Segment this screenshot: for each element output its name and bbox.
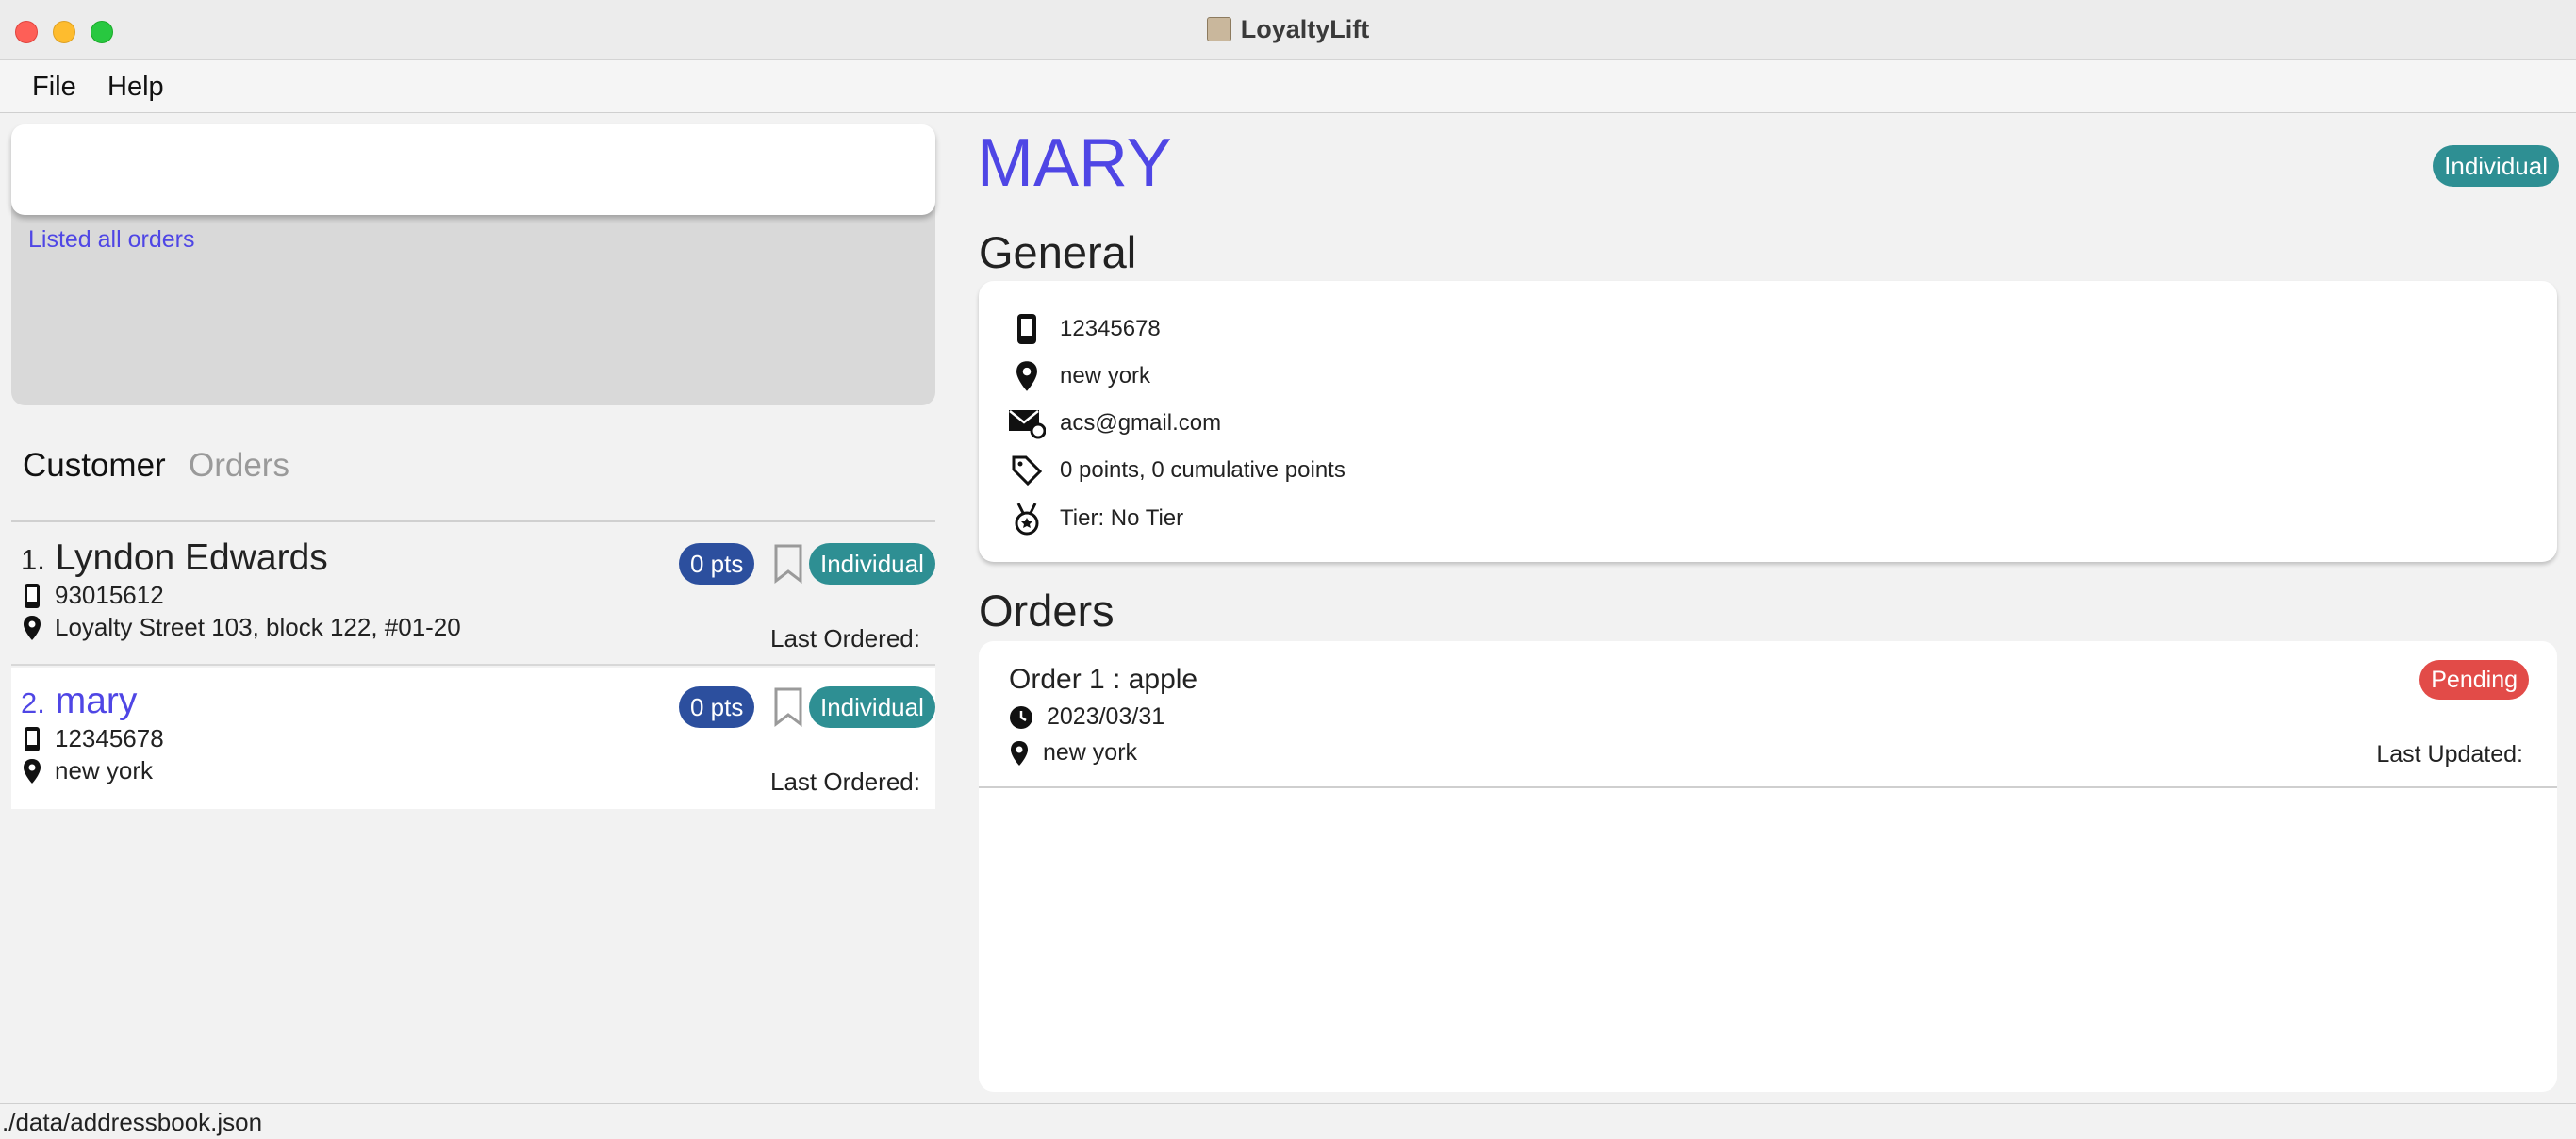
menu-help[interactable]: Help: [107, 72, 164, 103]
customer-index: 1.: [21, 543, 45, 576]
window-title-text: LoyaltyLift: [1240, 15, 1370, 43]
result-display: Listed all orders: [11, 198, 935, 405]
customer-phone: 12345678: [23, 724, 164, 753]
menu-bar: File Help: [0, 60, 2576, 113]
tab-divider: [11, 520, 935, 522]
location-icon: [1011, 740, 1028, 766]
detail-address-text: new york: [1060, 363, 1151, 388]
detail-email-text: acs@gmail.com: [1060, 410, 1222, 436]
order-card[interactable]: Order 1 : apple Pending 2023/03/31 new y…: [979, 641, 2557, 788]
last-ordered-label: Last Ordered:: [770, 768, 920, 796]
detail-phone: 12345678: [1007, 313, 1161, 345]
detail-name: MARY: [977, 125, 1172, 201]
clock-icon: [1010, 705, 1032, 729]
customer-phone: 93015612: [23, 581, 164, 610]
customer-type-badge: Individual: [809, 686, 935, 728]
medal-icon: [1015, 503, 1039, 536]
detail-address: new york: [1007, 360, 1150, 392]
general-heading: General: [979, 227, 1137, 277]
order-date-text: 2023/03/31: [1047, 703, 1165, 730]
customer-name-text: Lyndon Edwards: [55, 537, 328, 578]
customer-phone-text: 12345678: [55, 724, 164, 752]
detail-tier-text: Tier: No Tier: [1060, 505, 1184, 531]
customer-card[interactable]: 2. mary 0 pts Individual 12345678 new yo…: [11, 668, 935, 809]
detail-email: acs@gmail.com: [1007, 407, 1221, 439]
location-icon: [24, 758, 41, 784]
customer-address-text: Loyalty Street 103, block 122, #01-20: [55, 613, 461, 641]
order-address-text: new york: [1043, 739, 1138, 766]
title-bar: LoyaltyLift: [0, 0, 2576, 60]
customer-address: Loyalty Street 103, block 122, #01-20: [23, 613, 461, 642]
result-text: Listed all orders: [28, 226, 195, 253]
order-date: 2023/03/31: [1009, 703, 1164, 731]
tab-customer[interactable]: Customer: [23, 447, 166, 485]
points-badge: 0 pts: [679, 686, 755, 728]
detail-points-text: 0 points, 0 cumulative points: [1060, 457, 1346, 483]
phone-icon: [1017, 314, 1036, 344]
menu-file[interactable]: File: [32, 72, 76, 103]
customer-address: new york: [23, 756, 153, 785]
customer-index: 2.: [21, 686, 45, 719]
customer-name: 1. Lyndon Edwards: [21, 537, 328, 579]
command-input[interactable]: [11, 124, 935, 215]
data-file-path: ./data/addressbook.json: [2, 1108, 263, 1136]
last-updated-label: Last Updated:: [2376, 741, 2523, 768]
bookmark-icon[interactable]: [773, 543, 803, 589]
general-card: 12345678 new york acs@gmail.com 0 points…: [979, 281, 2557, 562]
tab-orders[interactable]: Orders: [189, 447, 289, 485]
detail-type-badge: Individual: [2433, 145, 2559, 187]
customer-address-text: new york: [55, 756, 154, 784]
location-icon: [1016, 361, 1037, 391]
app-icon: [1206, 17, 1231, 41]
detail-phone-text: 12345678: [1060, 316, 1161, 341]
order-title: Order 1 : apple: [1009, 664, 1198, 695]
window-title: LoyaltyLift: [0, 15, 2576, 44]
customer-phone-text: 93015612: [55, 581, 164, 609]
tag-icon: [1012, 455, 1043, 487]
order-address: new york: [1009, 739, 1137, 767]
customer-type-badge: Individual: [809, 543, 935, 585]
orders-list: Order 1 : apple Pending 2023/03/31 new y…: [979, 641, 2557, 1092]
location-icon: [24, 615, 41, 640]
phone-icon: [25, 583, 40, 608]
phone-icon: [25, 726, 40, 751]
detail-points: 0 points, 0 cumulative points: [1007, 454, 1346, 487]
orders-heading: Orders: [979, 586, 1115, 636]
points-badge: 0 pts: [679, 543, 755, 585]
last-ordered-label: Last Ordered:: [770, 624, 920, 652]
order-status-badge: Pending: [2419, 660, 2529, 700]
status-bar: ./data/addressbook.json: [0, 1103, 2576, 1139]
email-icon: [1009, 410, 1046, 439]
detail-tier: Tier: No Tier: [1007, 502, 1183, 536]
customer-name-text: mary: [55, 681, 138, 721]
customer-card[interactable]: 1. Lyndon Edwards 0 pts Individual 93015…: [11, 524, 935, 666]
customer-name: 2. mary: [21, 681, 137, 722]
bookmark-icon[interactable]: [773, 686, 803, 733]
